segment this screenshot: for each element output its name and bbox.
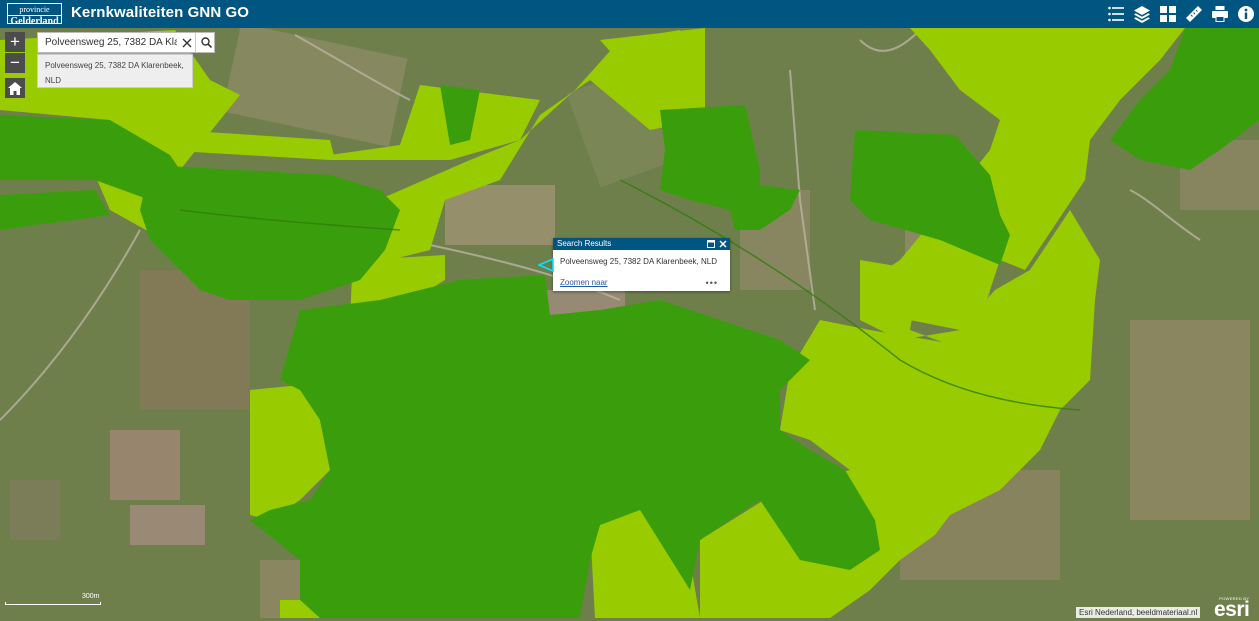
search-icon: [200, 37, 212, 48]
home-button[interactable]: [5, 78, 25, 98]
basemap-gallery-icon[interactable]: [1155, 0, 1181, 28]
close-icon[interactable]: [719, 240, 727, 248]
map-view[interactable]: [0, 28, 1259, 618]
print-icon[interactable]: [1207, 0, 1233, 28]
toolbar: [1103, 0, 1259, 28]
popup-title: Search Results: [557, 239, 612, 248]
map-attribution: Esri Nederland, beeldmateriaal.nl: [1076, 607, 1201, 618]
zoom-out-button[interactable]: −: [5, 53, 25, 73]
zoom-controls: + −: [5, 32, 25, 74]
legend-icon[interactable]: [1103, 0, 1129, 28]
clear-search-button[interactable]: [180, 33, 194, 52]
popup-header: Search Results: [553, 238, 730, 250]
popup-content: Polveensweg 25, 7382 DA Klarenbeek, NLD: [560, 257, 717, 266]
search-input[interactable]: Polveensweg 25, 7382 DA Klaren: [45, 37, 177, 48]
search-button[interactable]: [195, 33, 216, 52]
close-icon: [182, 38, 192, 47]
app-title: Kernkwaliteiten GNN GO: [71, 4, 250, 21]
scale-label: 300m: [82, 593, 100, 600]
province-logo: provincie Gelderland: [7, 3, 62, 27]
maximize-icon[interactable]: [707, 240, 715, 248]
app-header: provincie Gelderland Kernkwaliteiten GNN…: [0, 0, 1259, 28]
home-icon: [8, 81, 22, 95]
info-icon[interactable]: [1233, 0, 1259, 28]
search-suggestion[interactable]: Polveensweg 25, 7382 DA Klarenbeek, NLD: [37, 54, 193, 88]
zoom-in-button[interactable]: +: [5, 32, 25, 52]
scale-line: [5, 602, 101, 605]
measure-icon[interactable]: [1181, 0, 1207, 28]
esri-logo: POWERED BY esri: [1214, 596, 1250, 621]
map-canvas: [0, 28, 1259, 618]
zoom-to-link[interactable]: Zoomen naar: [560, 278, 608, 287]
location-marker[interactable]: [538, 258, 554, 272]
layers-icon[interactable]: [1129, 0, 1155, 28]
search-widget: Polveensweg 25, 7382 DA Klaren: [37, 32, 215, 53]
suggestion-line-1: Polveensweg 25, 7382 DA Klarenbeek,: [45, 61, 184, 70]
suggestion-line-2: NLD: [45, 76, 62, 85]
logo-line-2: Gelderland: [8, 15, 61, 27]
logo-line-1: provincie: [19, 5, 50, 14]
search-results-popup: Search Results Polveensweg 25, 7382 DA K…: [553, 238, 730, 291]
more-options-button[interactable]: •••: [706, 278, 718, 288]
